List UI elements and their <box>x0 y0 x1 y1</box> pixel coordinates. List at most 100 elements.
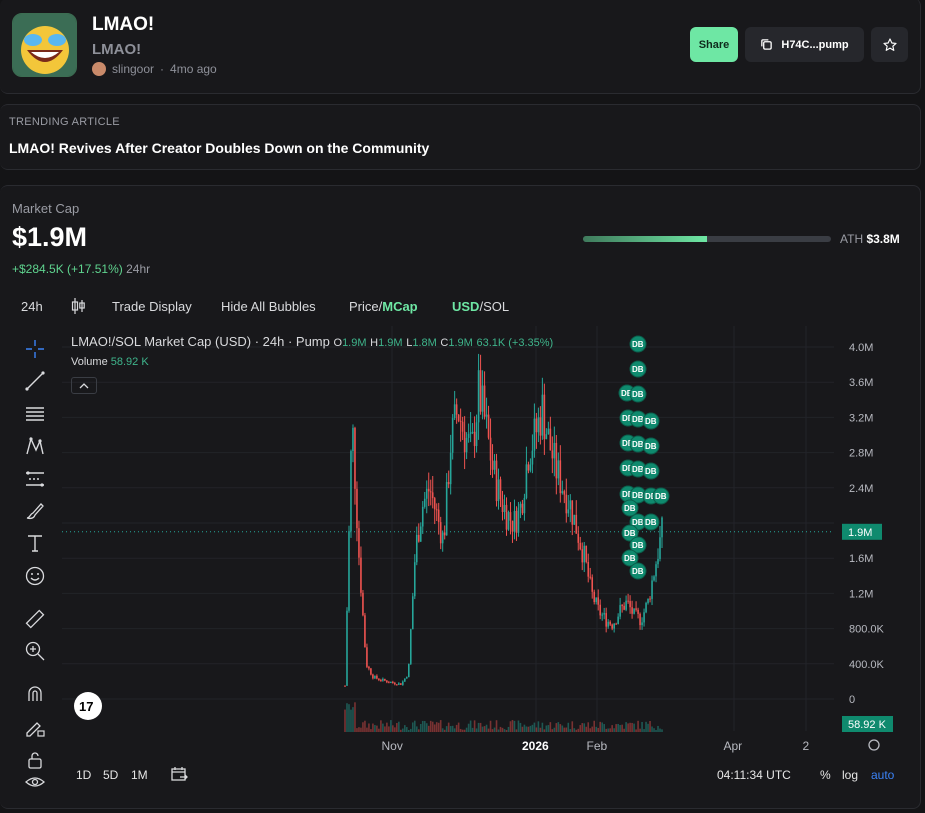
horizontal-lines-icon <box>26 407 44 421</box>
volume-bar <box>411 722 414 732</box>
candle-body <box>575 514 578 534</box>
text-tool[interactable] <box>20 530 50 556</box>
candle-body <box>473 431 476 447</box>
candle-body <box>543 394 546 440</box>
hide-bubbles-button[interactable]: Hide All Bubbles <box>221 299 316 314</box>
volume-bar <box>380 720 382 732</box>
candle-body <box>545 434 548 440</box>
volume-bar <box>651 726 653 732</box>
volume-bar <box>603 724 605 732</box>
copy-address-button[interactable]: H74C...pump <box>745 27 864 62</box>
candle-body <box>637 609 639 614</box>
candle-body <box>413 562 416 597</box>
volume-bar <box>517 720 520 732</box>
volume-bar <box>491 729 494 732</box>
volume-bar <box>461 729 464 732</box>
candle-body <box>348 531 350 611</box>
volume-bar <box>497 729 500 732</box>
range-1d-button[interactable]: 1D <box>76 768 91 782</box>
volume-bar <box>549 722 552 732</box>
candle-body <box>465 437 468 453</box>
low-value: 1.8M <box>412 337 437 349</box>
candle-body <box>555 442 558 479</box>
trade-bubble-label: DB <box>645 467 657 476</box>
volume-bar <box>485 724 488 732</box>
candle-body <box>467 433 470 438</box>
volume-bar <box>533 722 536 732</box>
favorite-button[interactable] <box>871 27 908 62</box>
volume-bar <box>621 724 623 732</box>
y-tick-label: 2.8M <box>849 448 873 460</box>
volume-bar <box>539 727 542 732</box>
interval-selector[interactable]: 24h <box>21 299 43 314</box>
high-key: H <box>370 337 379 349</box>
fib-tool[interactable] <box>20 401 50 427</box>
market-cap-chart[interactable]: DBDBDB DBDBDB DBDBDB DBDBDB DBDBDB DBDBDBDB DB… <box>62 326 920 766</box>
lock-draw-tool[interactable] <box>20 714 50 740</box>
volume-bar <box>615 724 617 732</box>
candles-icon[interactable] <box>71 297 85 318</box>
chevron-up-icon <box>79 382 89 388</box>
candle-body <box>581 549 584 563</box>
volume-bar <box>467 723 470 732</box>
x-tick-label: 2 <box>803 739 810 753</box>
auto-scale-toggle[interactable]: auto <box>871 768 894 782</box>
usd-sol-toggle[interactable]: USD/SOL <box>452 299 509 314</box>
volume-bar <box>368 723 370 732</box>
candle-body <box>571 500 574 525</box>
y-tick-label: 1.6M <box>849 553 873 565</box>
volume-bar <box>348 704 350 732</box>
volume-bar <box>537 721 540 732</box>
y-tick-label: 0 <box>849 694 855 706</box>
settings-icon <box>868 739 880 751</box>
candle-body <box>505 504 508 530</box>
volume-bar <box>579 725 582 732</box>
candle-body <box>407 663 410 678</box>
zoom-tool[interactable] <box>20 638 50 664</box>
zoom-in-icon <box>25 641 45 661</box>
star-icon <box>882 37 897 51</box>
volume-bar <box>589 728 592 732</box>
dot-separator: · <box>160 62 165 76</box>
ruler-tool[interactable] <box>20 606 50 632</box>
creator-row: slingoor · 4mo ago <box>92 62 217 76</box>
range-1m-button[interactable]: 1M <box>131 768 148 782</box>
collapse-legend-button[interactable] <box>71 377 97 394</box>
candle-body <box>517 507 520 533</box>
volume-bar <box>505 729 508 732</box>
forecast-tool[interactable] <box>20 466 50 492</box>
brush-icon <box>26 503 44 520</box>
magnet-tool[interactable] <box>20 681 50 707</box>
percent-toggle[interactable]: % <box>820 768 831 782</box>
volume-bar <box>445 726 448 732</box>
candle-body <box>537 417 540 433</box>
price-mcap-toggle[interactable]: Price/MCap <box>349 299 418 314</box>
brush-tool[interactable] <box>20 498 50 524</box>
copy-icon <box>761 39 773 50</box>
range-5d-button[interactable]: 5D <box>103 768 118 782</box>
trending-title[interactable]: LMAO! Revives After Creator Doubles Down… <box>9 140 429 156</box>
creator-name[interactable]: slingoor <box>112 62 154 76</box>
candle-body <box>431 492 434 499</box>
candle-body <box>621 605 623 607</box>
pattern-tool[interactable] <box>20 433 50 459</box>
volume-bar <box>386 722 388 732</box>
date-range-button[interactable] <box>170 765 188 786</box>
trending-article-card[interactable] <box>0 104 921 170</box>
log-toggle[interactable]: log <box>842 768 858 782</box>
magnet-icon <box>28 686 42 701</box>
volume-bar <box>571 721 574 732</box>
volume-value: 58.92 K <box>110 356 149 368</box>
share-button[interactable]: Share <box>690 27 738 62</box>
trade-display-button[interactable]: Trade Display <box>112 299 192 314</box>
volume-bar <box>427 725 430 732</box>
volume-bar <box>605 728 607 732</box>
volume-bar <box>487 728 490 732</box>
volume-bar <box>575 729 578 732</box>
volume-bar <box>402 728 404 732</box>
emoji-tool[interactable] <box>20 563 50 589</box>
trendline-tool[interactable] <box>20 368 50 394</box>
volume-bar <box>354 702 356 732</box>
volume-bar <box>557 722 560 732</box>
crosshair-tool[interactable] <box>20 336 50 362</box>
